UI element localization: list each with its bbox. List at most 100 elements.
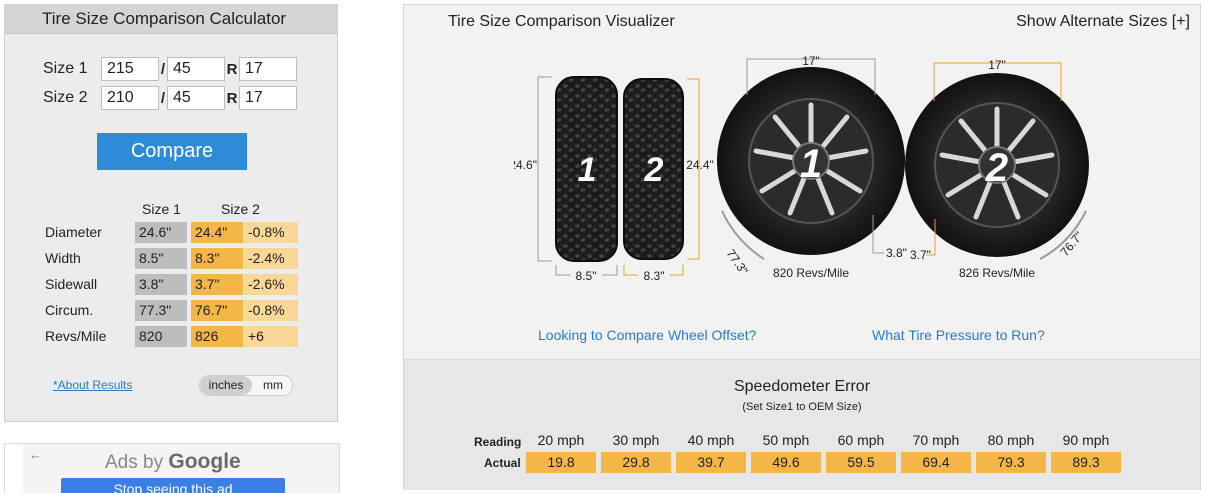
wheel2-number: 2 xyxy=(985,146,1008,190)
tire1-number: 1 xyxy=(578,151,597,189)
circum1-label: 77.3" xyxy=(724,247,751,278)
result-size1-value: 77.3" xyxy=(135,300,187,321)
result-label: Diameter xyxy=(45,224,102,240)
tire-visualization: 1 2 24.6" 24.4" 8.5" 8.3" xyxy=(514,54,1089,283)
size2-slash: / xyxy=(160,89,166,107)
ad-panel: ← Ads by Google Stop seeing this ad xyxy=(23,444,339,493)
size1-label: Size 1 xyxy=(43,60,88,77)
actual-value: 29.8 xyxy=(601,452,671,473)
result-label: Width xyxy=(45,250,81,266)
actual-value: 79.3 xyxy=(976,452,1046,473)
speedometer-title: Speedometer Error xyxy=(733,378,871,395)
size2-rim-input[interactable] xyxy=(239,86,297,110)
size1-aspect-input[interactable] xyxy=(167,57,225,81)
width2-label: 8.3" xyxy=(644,269,665,283)
units-toggle[interactable]: inches mm xyxy=(199,375,293,396)
calculator-title: Tire Size Comparison Calculator xyxy=(5,5,337,34)
size1-row: Size 1 / R xyxy=(43,56,297,82)
actual-value: 59.5 xyxy=(826,452,896,473)
visualizer-title: Tire Size Comparison Visualizer xyxy=(448,13,675,30)
size2-label: Size 2 xyxy=(43,89,88,106)
speedometer-subtitle: (Set Size1 to OEM Size) xyxy=(742,401,862,413)
ad-container: ← Ads by Google Stop seeing this ad xyxy=(4,443,340,493)
result-size1-value: 24.6" xyxy=(135,222,187,243)
result-label: Circum. xyxy=(45,302,94,318)
result-diff-value: -2.4% xyxy=(244,248,298,269)
result-row-width: Width 8.5" 8.3" -2.4% xyxy=(45,248,305,269)
visualizer-panel: Tire Size Comparison Visualizer Show Alt… xyxy=(403,4,1201,490)
about-results-link[interactable]: *About Results xyxy=(53,378,132,392)
result-row-revs-per-mile: Revs/Mile 820 826 +6 xyxy=(45,326,305,347)
wheel-offset-link[interactable]: Looking to Compare Wheel Offset? xyxy=(538,327,756,343)
compare-button[interactable]: Compare xyxy=(97,133,247,170)
unit-mm-option[interactable]: mm xyxy=(256,376,290,395)
result-size2-value: 826 xyxy=(191,326,243,347)
col-header-size1: Size 1 xyxy=(142,201,181,217)
size1-slash: / xyxy=(160,60,166,78)
result-size2-value: 3.7" xyxy=(191,274,243,295)
result-diff-value: +6 xyxy=(244,326,298,347)
result-size1-value: 820 xyxy=(135,326,187,347)
actual-value: 49.6 xyxy=(751,452,821,473)
reading-value: 40 mph xyxy=(687,432,735,448)
calculator-panel: Tire Size Comparison Calculator Size 1 /… xyxy=(4,4,338,422)
sidewall1-label: 3.8" xyxy=(886,246,907,260)
size1-width-input[interactable] xyxy=(101,57,159,81)
size2-width-input[interactable] xyxy=(101,86,159,110)
size2-aspect-input[interactable] xyxy=(167,86,225,110)
result-row-sidewall: Sidewall 3.8" 3.7" -2.6% xyxy=(45,274,305,295)
reading-value: 20 mph xyxy=(537,432,585,448)
ads-by-google-label: Ads by Google xyxy=(105,450,241,474)
result-diff-value: -0.8% xyxy=(244,222,298,243)
unit-inches-option[interactable]: inches xyxy=(200,376,252,395)
width1-label: 8.5" xyxy=(576,269,597,283)
revs2-label: 826 Revs/Mile xyxy=(959,266,1035,280)
speedometer-error-section: Speedometer Error (Set Size1 to OEM Size… xyxy=(404,359,1200,490)
result-size1-value: 8.5" xyxy=(135,248,187,269)
revs1-label: 820 Revs/Mile xyxy=(773,266,849,280)
actual-value: 69.4 xyxy=(901,452,971,473)
result-row-circumference: Circum. 77.3" 76.7" -0.8% xyxy=(45,300,305,321)
reading-row-label: Reading xyxy=(474,435,522,449)
size1-rim-input[interactable] xyxy=(239,57,297,81)
tire1-tread-view: 1 xyxy=(555,76,618,262)
diameter1-bracket xyxy=(537,76,552,262)
ads-by-text: Ads by xyxy=(105,452,169,473)
reading-value: 50 mph xyxy=(762,432,810,448)
rim2-label: 17" xyxy=(988,58,1006,72)
reading-value: 70 mph xyxy=(912,432,960,448)
actual-value: 89.3 xyxy=(1051,452,1121,473)
reading-value: 90 mph xyxy=(1062,432,1110,448)
actual-row-label: Actual xyxy=(484,456,521,470)
result-row-diameter: Diameter 24.6" 24.4" -0.8% xyxy=(45,222,305,243)
actual-value: 39.7 xyxy=(676,452,746,473)
result-label: Sidewall xyxy=(45,276,98,292)
result-size1-value: 3.8" xyxy=(135,274,187,295)
size2-row: Size 2 / R xyxy=(43,85,297,111)
size1-r-label: R xyxy=(226,60,238,78)
result-diff-value: -2.6% xyxy=(244,274,298,295)
back-arrow-icon[interactable]: ← xyxy=(29,447,42,462)
diameter1-label: 24.6" xyxy=(514,158,537,172)
result-label: Revs/Mile xyxy=(45,328,107,344)
actual-value: 19.8 xyxy=(526,452,596,473)
result-size2-value: 24.4" xyxy=(191,222,243,243)
diameter2-label: 24.4" xyxy=(686,158,714,172)
reading-value: 80 mph xyxy=(987,432,1035,448)
size2-r-label: R xyxy=(226,89,238,107)
show-alternate-sizes-toggle[interactable]: Show Alternate Sizes [+] xyxy=(1016,13,1190,31)
result-size2-value: 76.7" xyxy=(191,300,243,321)
sidewall2-label: 3.7" xyxy=(910,248,931,262)
tire-pressure-link[interactable]: What Tire Pressure to Run? xyxy=(872,327,1045,343)
wheel1-front-view: 1 xyxy=(717,67,905,255)
result-size2-value: 8.3" xyxy=(191,248,243,269)
tire2-tread-view: 2 xyxy=(623,78,684,260)
wheel1-number: 1 xyxy=(800,142,822,186)
result-diff-value: -0.8% xyxy=(244,300,298,321)
reading-value: 30 mph xyxy=(612,432,660,448)
col-header-size2: Size 2 xyxy=(221,201,260,217)
tire2-number: 2 xyxy=(644,151,664,189)
stop-seeing-ad-button[interactable]: Stop seeing this ad xyxy=(61,478,285,493)
circum2-label: 76.7" xyxy=(1058,229,1086,259)
google-logo: Google xyxy=(168,450,241,473)
